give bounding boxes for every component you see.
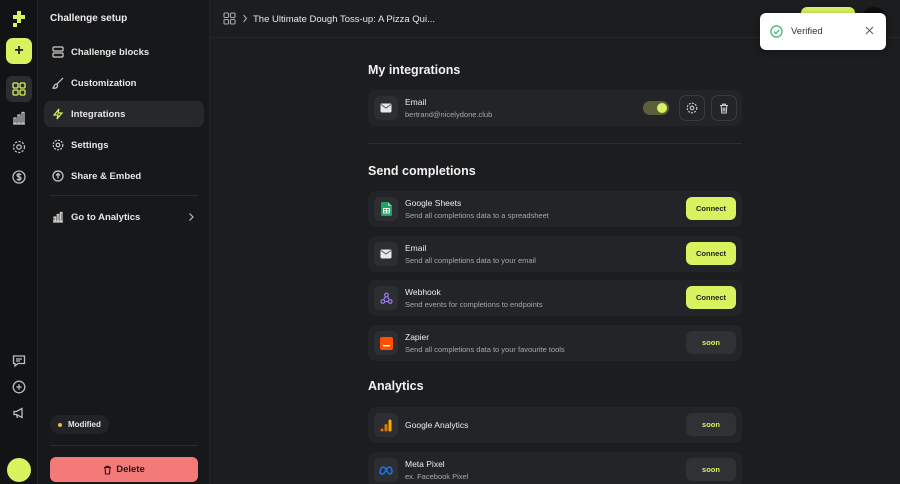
delete-button[interactable]: Delete [50, 457, 198, 482]
webhook-icon [374, 286, 398, 310]
go-to-analytics-link[interactable]: Go to Analytics [44, 204, 204, 230]
integration-description: Send all completions data to a spreadshe… [405, 211, 549, 220]
my-integrations-title: My integrations [368, 63, 461, 77]
close-icon[interactable] [865, 26, 874, 35]
chevron-right-icon [187, 212, 195, 222]
integration-card-google-analytics: Google Analytics soon [368, 407, 742, 443]
blocks-icon [51, 45, 65, 59]
integration-card-meta-pixel: Meta Pixel ex. Facebook Pixel soon [368, 452, 742, 484]
google-sheets-icon [374, 197, 398, 221]
rail-analytics-icon[interactable] [6, 105, 32, 131]
logo-icon [10, 10, 28, 28]
zapier-icon [374, 331, 398, 355]
integration-name: Email [405, 243, 427, 253]
integration-card-webhook: Webhook Send events for completions to e… [368, 280, 742, 316]
analytics-title: Analytics [368, 379, 424, 393]
meta-icon [374, 458, 398, 482]
integration-description: Send all completions data to your favour… [405, 345, 565, 354]
delete-label: Delete [116, 464, 145, 475]
integration-card-email: Email bertrand@nicelydone.club [368, 90, 742, 126]
toast-label: Verified [791, 26, 823, 37]
connect-webhook-button[interactable]: Connect [686, 286, 736, 309]
gear-icon [51, 138, 65, 152]
integration-name: Webhook [405, 287, 441, 297]
sidebar-item-label: Settings [71, 139, 109, 151]
mail-icon [374, 242, 398, 266]
rail-help-icon[interactable] [6, 374, 32, 400]
add-button[interactable]: + [6, 38, 32, 64]
connect-google-sheets-button[interactable]: Connect [686, 197, 736, 220]
sidebar-item-label: Customization [71, 77, 137, 89]
analytics-link-label: Go to Analytics [71, 211, 141, 223]
sidebar-divider-bottom [50, 445, 198, 446]
integration-name: Zapier [405, 332, 430, 342]
integration-description: ex. Facebook Pixel [405, 472, 469, 481]
zapier-soon-badge: soon [686, 331, 736, 354]
integration-description: Send events for completions to endpoints [405, 300, 543, 309]
rail-settings-icon[interactable] [6, 134, 32, 160]
sidebar-divider [50, 195, 198, 196]
share-icon [51, 169, 65, 183]
gear-icon [686, 102, 698, 114]
sidebar-title: Challenge setup [50, 13, 128, 24]
toggle-knob [657, 103, 667, 113]
rail-challenges-icon[interactable] [6, 76, 32, 102]
rail-announcements-icon[interactable] [6, 400, 32, 426]
sidebar-item-share-embed[interactable]: Share & Embed [44, 163, 204, 189]
analytics-icon [51, 210, 65, 224]
send-completions-title: Send completions [368, 164, 476, 178]
google-analytics-icon [374, 413, 398, 437]
status-badge-label: Modified [68, 420, 101, 429]
rail-feedback-icon[interactable] [6, 348, 32, 374]
integration-name: Google Sheets [405, 198, 462, 208]
status-dot [58, 422, 62, 427]
breadcrumb[interactable]: The Ultimate Dough Toss-up: A Pizza Qui.… [253, 14, 435, 25]
sidebar: Challenge setup Challenge blocks Customi… [38, 0, 210, 484]
rail-billing-icon[interactable] [6, 164, 32, 190]
integration-name: Google Analytics [405, 420, 469, 430]
sidebar-item-integrations[interactable]: Integrations [44, 101, 204, 127]
integration-card-google-sheets: Google Sheets Send all completions data … [368, 191, 742, 227]
check-circle-icon [770, 25, 783, 38]
meta-pixel-soon-badge: soon [686, 458, 736, 481]
trash-icon [103, 465, 116, 475]
user-avatar[interactable] [7, 458, 31, 482]
sidebar-item-challenge-blocks[interactable]: Challenge blocks [44, 39, 204, 65]
grid-icon[interactable] [223, 12, 236, 25]
integration-card-email-completions: Email Send all completions data to your … [368, 236, 742, 272]
sidebar-item-customization[interactable]: Customization [44, 70, 204, 96]
lightning-icon [51, 107, 65, 121]
integration-detail: bertrand@nicelydone.club [405, 110, 493, 119]
google-analytics-soon-badge: soon [686, 413, 736, 436]
trash-icon [719, 103, 729, 114]
sidebar-item-label: Integrations [71, 108, 126, 120]
integration-card-zapier: Zapier Send all completions data to your… [368, 325, 742, 361]
icon-rail: + [0, 0, 38, 484]
brush-icon [51, 76, 65, 90]
connect-email-button[interactable]: Connect [686, 242, 736, 265]
sidebar-item-label: Challenge blocks [71, 46, 150, 58]
integration-description: Send all completions data to your email [405, 256, 536, 265]
sidebar-item-settings[interactable]: Settings [44, 132, 204, 158]
integration-name: Meta Pixel [405, 459, 445, 469]
main-content: My integrations Email bertrand@nicelydon… [211, 38, 900, 484]
mail-icon [374, 96, 398, 120]
integration-name: Email [405, 97, 427, 107]
section-divider [368, 143, 742, 144]
sidebar-item-label: Share & Embed [71, 170, 142, 182]
email-integration-toggle[interactable] [643, 101, 669, 115]
status-badge: Modified [50, 415, 109, 434]
breadcrumb-separator-icon [242, 14, 248, 23]
integration-settings-button[interactable] [679, 95, 705, 121]
integration-delete-button[interactable] [711, 95, 737, 121]
